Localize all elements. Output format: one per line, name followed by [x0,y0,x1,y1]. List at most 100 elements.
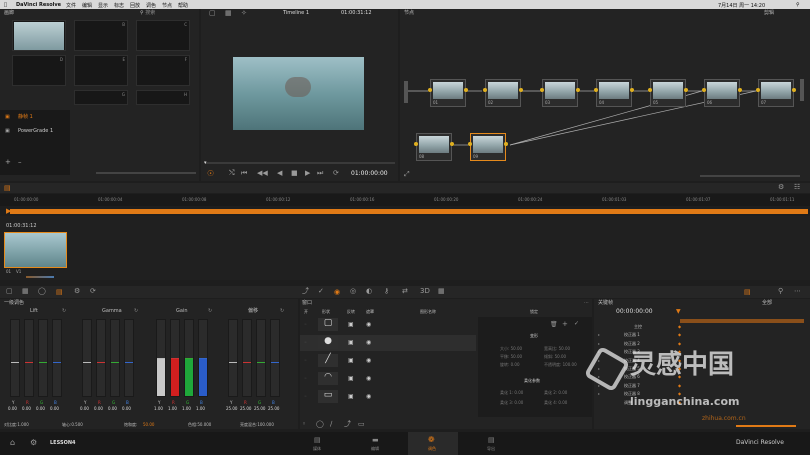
camera-raw-icon[interactable]: ▢ [6,288,13,295]
window-shape-icon[interactable]: ● [318,336,338,349]
mask-icon[interactable]: ◉ [366,321,371,328]
window-menu-icon[interactable]: ⋯ [584,300,589,306]
gear-icon[interactable]: ⚙ [30,438,37,447]
node-output[interactable] [738,88,742,92]
go-start-icon[interactable]: ◀◀ [257,170,268,177]
motion-icon[interactable]: ⟳ [90,288,96,295]
sizing-icon[interactable]: ⇄ [402,288,408,295]
softness-2[interactable]: 柔化 2: 0.00 [544,391,567,395]
zoom-icon[interactable]: ⚲ [778,288,783,295]
keyframe-marker[interactable]: ◆ [678,341,681,346]
tool-line-icon[interactable]: ∕ [330,421,332,428]
delete-window-icon[interactable]: 🗑 [550,321,558,328]
keyframe-playhead[interactable]: ▼ [676,308,681,315]
keyframe-marker[interactable]: ◆ [678,332,681,337]
channel-slider[interactable] [170,319,180,397]
hue-value[interactable]: 色相:50.000 [188,423,211,427]
reset-icon[interactable]: ↻ [62,308,66,314]
invert-icon[interactable]: ▣ [348,321,354,328]
playhead-marker[interactable]: ▾ [204,160,207,166]
channel-value[interactable]: 0.00 [108,407,117,411]
menu-help[interactable]: 帮助 [178,2,188,9]
channel-slider[interactable] [110,319,120,397]
node-output[interactable] [684,88,688,92]
transform-pan[interactable]: 平移: 50.00 [500,355,522,359]
tool-curve-icon[interactable]: ⤴ [344,421,351,428]
page-edit[interactable]: ▬ 编辑 [358,434,394,454]
window-shape-row[interactable]: ◦ ◠ ▣ ◉ [300,371,476,387]
shuffle-icon[interactable]: ⤭ [229,170,235,177]
invert-icon[interactable]: ▣ [348,357,354,364]
mask-icon[interactable]: ◉ [366,393,371,400]
page-color[interactable]: ❁ 调色 [408,432,458,455]
channel-slider[interactable] [184,319,194,397]
timeline-name[interactable]: Timeline 1 [283,11,309,16]
node-input[interactable] [648,88,652,92]
node-input[interactable] [594,88,598,92]
stop-icon[interactable]: ■ [291,170,298,177]
softness-1[interactable]: 柔化 1: 0.00 [500,391,523,395]
invert-icon[interactable]: ▣ [348,339,354,346]
contrast-value[interactable]: 对比度:1.000 [4,423,29,427]
node-04[interactable]: 04 [594,79,634,107]
channel-value[interactable]: 0.00 [94,407,103,411]
search-icon[interactable]: ⚲ [796,2,800,8]
node-zoom-slider[interactable] [700,175,800,177]
expand-track-icon[interactable]: ▸ [598,332,600,337]
settings-icon[interactable]: ⚙ [778,184,784,191]
softness-4[interactable]: 柔化 4: 0.00 [544,401,567,405]
channel-value[interactable]: 0.00 [50,407,59,411]
channel-value[interactable]: 0.00 [22,407,31,411]
still-b[interactable]: B [74,20,128,51]
node-01[interactable]: 01 [428,79,468,107]
node-02[interactable]: 02 [483,79,523,107]
gallery-zoom-slider[interactable] [96,172,196,174]
transform-aspect[interactable]: 宽高比: 50.00 [544,347,570,351]
clip-thumbnail[interactable] [4,232,67,268]
still-c[interactable]: C [136,20,190,51]
menu-playback[interactable]: 回放 [130,2,140,9]
scopes-icon[interactable]: ▦ [438,288,445,295]
album-item-stills[interactable]: ▣ 静帧 1 [0,112,70,122]
still-e[interactable]: E [74,55,128,86]
node-05[interactable]: 05 [648,79,688,107]
channel-slider[interactable] [242,319,252,397]
loop-icon[interactable]: ⟳ [333,170,339,177]
channel-value[interactable]: 1.00 [196,407,205,411]
channel-value[interactable]: 0.00 [8,407,17,411]
reset-icon[interactable]: ↻ [280,308,284,314]
window-shape-icon[interactable]: ▭ [318,390,338,403]
window-shape-row[interactable]: ◦ ▭ ▣ ◉ [300,389,476,405]
timeline-clip-bar[interactable] [10,209,808,214]
blur-icon[interactable]: ◐ [366,288,372,295]
page-media[interactable]: ▤ 媒体 [300,434,336,454]
node-input[interactable] [756,88,760,92]
window-enable-toggle[interactable]: ◦ [304,376,307,382]
still-g[interactable]: G [74,90,128,105]
window-enable-toggle[interactable]: ◦ [304,340,307,346]
channel-value[interactable]: 25.00 [254,407,265,411]
add-album-icon[interactable]: + [5,158,11,166]
pivot-value[interactable]: 轴心:0.500 [62,423,83,427]
window-icon[interactable]: ◉ [334,288,340,296]
window-enable-toggle[interactable]: ◦ [304,358,307,364]
channel-slider[interactable] [156,319,166,397]
channel-value[interactable]: 25.00 [268,407,279,411]
rgb-mixer-icon[interactable]: ⚙ [74,288,80,295]
saturation-value[interactable]: 50.00 [143,423,154,427]
transform-size[interactable]: 大小: 50.00 [500,347,522,351]
window-shape-icon[interactable]: ▢ [318,318,338,331]
menu-mark[interactable]: 标志 [114,2,124,9]
color-wheels-icon[interactable]: ◯ [38,288,46,295]
stereo-3d-icon[interactable]: 3D [420,288,430,295]
menu-view[interactable]: 显示 [98,2,108,9]
expand-track-icon[interactable]: ▸ [598,341,600,346]
keyframes-icon[interactable]: ▤ [744,288,751,296]
channel-value[interactable]: 0.00 [122,407,131,411]
channel-slider[interactable] [228,319,238,397]
single-view-icon[interactable]: ▢ [209,10,216,17]
tool-gradient-icon[interactable]: ▭ [358,421,365,428]
node-output[interactable] [504,142,508,146]
node-03[interactable]: 03 [540,79,580,107]
confirm-window-icon[interactable]: ✓ [574,320,579,327]
